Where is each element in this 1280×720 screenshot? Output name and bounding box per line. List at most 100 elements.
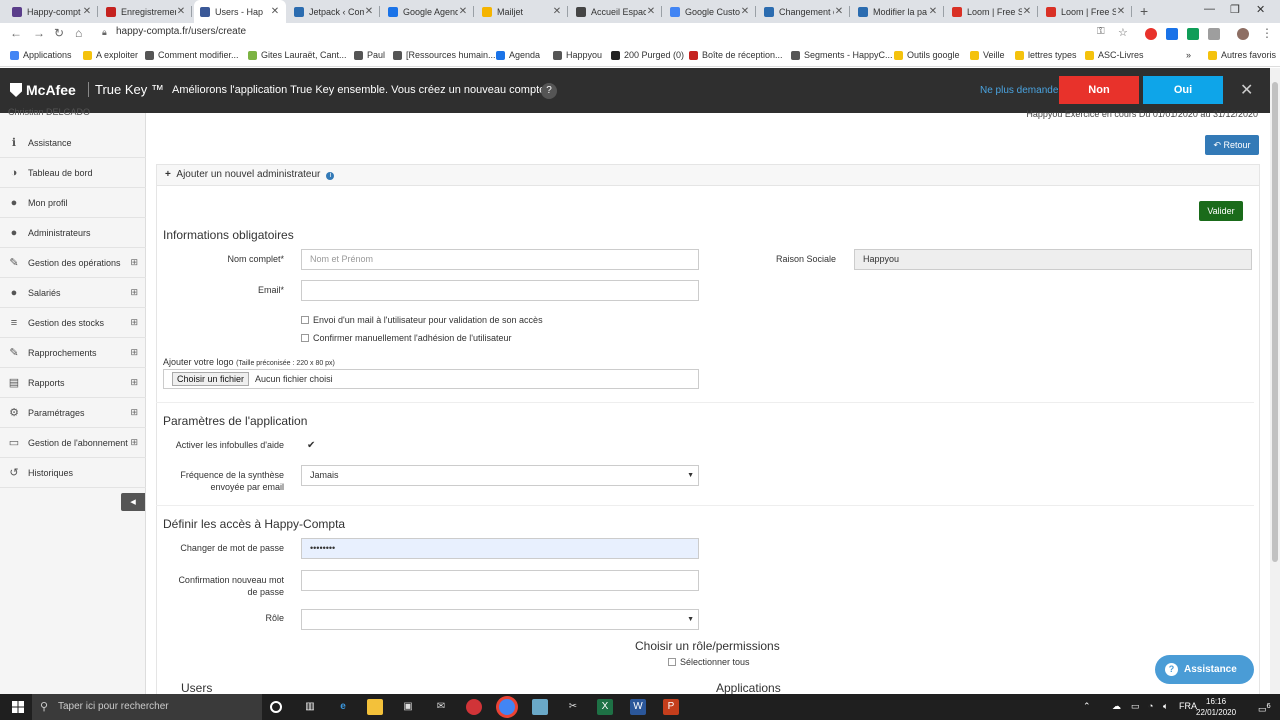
logo-file-input[interactable]: Choisir un fichier Aucun fichier choisi <box>163 369 699 389</box>
close-icon[interactable]: ✕ <box>1240 80 1253 100</box>
tray-chevron-icon[interactable]: ⌃ <box>1083 701 1091 712</box>
key-icon[interactable]: ⚿ <box>1097 26 1105 37</box>
battery-icon[interactable]: ▭ <box>1131 701 1140 712</box>
more-bookmarks-icon[interactable]: » <box>1186 50 1191 60</box>
role-select[interactable]: ▼ <box>301 609 699 630</box>
app-blue-icon[interactable] <box>532 699 548 715</box>
chrome-icon[interactable] <box>499 699 515 715</box>
url-field[interactable]: 🔒︎ happy-compta.fr/users/create <box>100 26 1080 42</box>
validate-button[interactable]: Valider <box>1199 201 1243 221</box>
browser-tab[interactable]: Enregistremen ✕ <box>100 0 192 23</box>
onedrive-icon[interactable]: ☁ <box>1112 701 1121 712</box>
sidebar-item[interactable]: ● Mon profil <box>0 188 146 218</box>
page-scrollbar[interactable] <box>1270 68 1280 694</box>
bookmark-item[interactable]: Applications <box>10 50 72 60</box>
sidebar-item[interactable]: ✎ Rapprochements ⊞ <box>0 338 146 368</box>
app-red-icon[interactable] <box>466 699 482 715</box>
browser-tab[interactable]: Jetpack ‹ Com ✕ <box>288 0 380 23</box>
volume-icon[interactable]: 🔈︎ <box>1163 701 1168 712</box>
notification-center-icon[interactable]: ▭6 <box>1258 701 1271 715</box>
profile-avatar[interactable] <box>1237 28 1249 40</box>
expand-icon[interactable]: ⊞ <box>130 287 138 298</box>
email-input[interactable] <box>301 280 699 301</box>
close-window-icon[interactable]: ✕ <box>1256 3 1265 16</box>
no-button[interactable]: Non <box>1059 76 1139 104</box>
yes-button[interactable]: Oui <box>1143 76 1223 104</box>
app-tool-icon[interactable]: ✂ <box>565 699 581 715</box>
never-ask-link[interactable]: Ne plus demander <box>980 85 1062 96</box>
back-icon[interactable]: ← <box>10 26 22 40</box>
choose-file-button[interactable]: Choisir un fichier <box>172 372 250 386</box>
edge-icon[interactable]: e <box>335 699 351 715</box>
extension-check-icon[interactable] <box>1187 28 1199 40</box>
browser-tab[interactable]: Users - Hap ✕ <box>194 0 286 23</box>
bookmark-item[interactable]: Veille <box>970 50 1005 60</box>
word-icon[interactable]: W <box>630 699 646 715</box>
star-icon[interactable]: ☆ <box>1118 26 1128 39</box>
user-name[interactable]: Christian DELGADO <box>8 107 90 117</box>
tab-close-icon[interactable]: ✕ <box>82 6 92 17</box>
new-tab-button[interactable]: + <box>1140 3 1148 19</box>
expand-icon[interactable]: ⊞ <box>130 257 138 268</box>
expand-icon[interactable]: ⊞ <box>130 347 138 358</box>
tab-close-icon[interactable]: ✕ <box>834 6 844 17</box>
sidebar-item[interactable]: ▭ Gestion de l'abonnement ⊞ <box>0 428 146 458</box>
language-indicator[interactable]: FRA <box>1179 701 1197 711</box>
sidebar-item[interactable]: ≡ Gestion des stocks ⊞ <box>0 308 146 338</box>
home-icon[interactable]: ⌂ <box>75 26 82 40</box>
maximize-icon[interactable]: ❐ <box>1230 3 1240 16</box>
powerpoint-icon[interactable]: P <box>663 699 679 715</box>
password-input[interactable]: •••••••• <box>301 538 699 559</box>
extension-cloud-icon[interactable] <box>1208 28 1220 40</box>
sidebar-item[interactable]: ● Salariés ⊞ <box>0 278 146 308</box>
browser-tab[interactable]: Loom | Free S ✕ <box>946 0 1038 23</box>
tab-close-icon[interactable]: ✕ <box>646 6 656 17</box>
sidebar-item[interactable]: ◑ Tableau de bord <box>0 158 146 188</box>
reload-icon[interactable]: ↻ <box>54 26 64 40</box>
clock[interactable]: 16:16 22/01/2020 <box>1196 696 1236 718</box>
tooltips-checkbox[interactable]: ✔ <box>307 440 315 451</box>
forward-icon[interactable]: → <box>33 26 45 40</box>
bookmark-item[interactable]: Gites Lauraët, Cant... <box>248 50 347 60</box>
browser-menu-icon[interactable]: ⋮ <box>1261 26 1273 40</box>
mail-icon[interactable]: ✉ <box>433 699 449 715</box>
taskbar-search[interactable]: ⚲ Taper ici pour rechercher <box>32 694 262 720</box>
full-name-input[interactable]: Nom et Prénom <box>301 249 699 270</box>
tab-close-icon[interactable]: ✕ <box>1022 6 1032 17</box>
bookmark-item[interactable]: [Ressources humain... <box>393 50 496 60</box>
company-input[interactable]: Happyou <box>854 249 1252 270</box>
bookmark-item[interactable]: A exploiter <box>83 50 138 60</box>
bookmark-item[interactable]: Agenda <box>496 50 540 60</box>
extension-mcafee-icon[interactable] <box>1145 28 1157 40</box>
expand-icon[interactable]: ⊞ <box>130 377 138 388</box>
select-all-checkbox-row[interactable]: Sélectionner tous <box>668 657 750 667</box>
file-explorer-icon[interactable] <box>367 699 383 715</box>
bookmark-item[interactable]: Outils google <box>894 50 960 60</box>
tab-close-icon[interactable]: ✕ <box>176 6 186 17</box>
sidebar-item[interactable]: ▤ Rapports ⊞ <box>0 368 146 398</box>
confirm-password-input[interactable] <box>301 570 699 591</box>
bookmark-item[interactable]: lettres types <box>1015 50 1077 60</box>
sidebar-item[interactable]: ℹ Assistance <box>0 128 146 158</box>
scrollbar-thumb[interactable] <box>1272 82 1278 562</box>
sidebar-item[interactable]: ⚙ Paramétrages ⊞ <box>0 398 146 428</box>
browser-tab[interactable]: Mailjet ✕ <box>476 0 568 23</box>
expand-icon[interactable]: ⊞ <box>130 407 138 418</box>
info-icon[interactable]: i <box>326 172 335 180</box>
bookmark-item[interactable]: 200 Purged (0) <box>611 50 684 60</box>
browser-tab[interactable]: Google Custo ✕ <box>664 0 756 23</box>
bookmark-item[interactable]: ASC-Livres <box>1085 50 1144 60</box>
bookmark-item[interactable]: Happyou <box>553 50 602 60</box>
tab-close-icon[interactable]: ✕ <box>364 6 374 17</box>
collapse-sidebar-icon[interactable]: ◂ <box>121 493 145 511</box>
tab-close-icon[interactable]: ✕ <box>928 6 938 17</box>
select-all-checkbox[interactable] <box>668 658 676 666</box>
task-view-icon[interactable]: ▥ <box>302 699 318 715</box>
browser-tab[interactable]: Google Agend ✕ <box>382 0 474 23</box>
bookmark-item[interactable]: Boîte de réception... <box>689 50 783 60</box>
bookmark-item[interactable]: Segments - HappyC... <box>791 50 893 60</box>
back-button[interactable]: ↶ Retour <box>1205 135 1259 155</box>
bookmark-other-favorites[interactable]: Autres favoris <box>1208 50 1276 60</box>
network-icon[interactable]: ◔ <box>1148 701 1153 711</box>
browser-tab[interactable]: Accueil Espac ✕ <box>570 0 662 23</box>
